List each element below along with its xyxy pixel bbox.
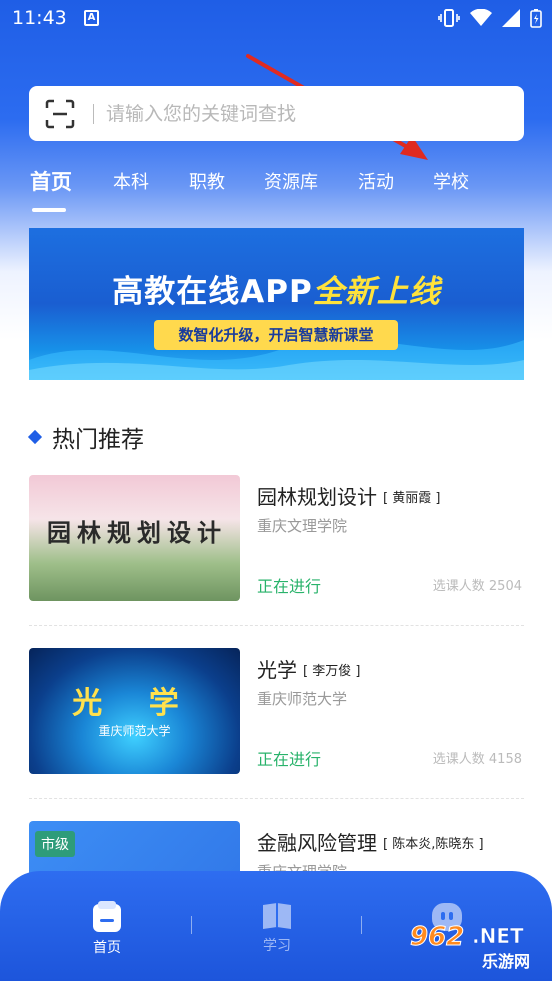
course-status: 正在进行 [257, 750, 322, 769]
nav-separator [191, 916, 192, 934]
course-thumbnail[interactable]: 光 学 重庆师范大学 [29, 648, 240, 774]
course-title-text: 金融风险管理 [257, 831, 377, 855]
banner-title: 高教在线APP全新上线 [29, 266, 524, 311]
category-tabs: 首页 本科 职教 资源库 活动 学校 [0, 168, 552, 212]
nav-study[interactable]: 学习 [217, 871, 337, 955]
banner-subtitle: 数智化升级，开启智慧新课堂 [154, 320, 398, 350]
notification-app-icon: A [84, 10, 99, 26]
vibrate-icon [438, 9, 460, 27]
status-icons [438, 8, 542, 28]
home-icon [93, 901, 121, 932]
banner-title-highlight: 全新上线 [312, 274, 441, 310]
course-card-1[interactable]: 园林规划设计 园林规划设计 [ 黄丽霞 ] 重庆文理学院 正在进行 选课人数 25… [29, 475, 524, 605]
course-school: 重庆师范大学 [257, 690, 348, 708]
banner-title-main: 高教在线APP [112, 274, 313, 310]
search-bar[interactable] [29, 86, 524, 141]
battery-icon [530, 9, 542, 28]
tab-school[interactable]: 学校 [433, 168, 469, 194]
course-enrollment-count: 选课人数 2504 [432, 579, 522, 594]
course-teacher: [ 陈本炎,陈晓东 ] [383, 837, 484, 852]
course-card-2[interactable]: 光 学 重庆师范大学 光学 [ 李万俊 ] 重庆师范大学 正在进行 选课人数 41… [29, 648, 524, 778]
course-title: 园林规划设计 [ 黄丽霞 ] [257, 481, 440, 510]
status-time: 11:43 [12, 7, 67, 29]
tab-activities[interactable]: 活动 [358, 168, 394, 194]
thumbnail-title: 园林规划设计 [47, 518, 227, 547]
course-thumbnail[interactable]: 园林规划设计 [29, 475, 240, 601]
status-bar: 11:43 A [0, 0, 552, 38]
thumbnail-title: 光 学 [72, 686, 197, 721]
list-divider [29, 798, 524, 799]
wifi-icon [470, 9, 492, 26]
diamond-icon [27, 429, 43, 445]
search-input[interactable] [106, 102, 486, 125]
section-title: 热门推荐 [52, 427, 144, 453]
svg-text:962: 962 [410, 922, 464, 952]
watermark-logo-icon: 962 .NET 乐游网 [410, 922, 531, 972]
thumbnail-subtitle: 重庆师范大学 [98, 724, 171, 738]
list-divider [29, 625, 524, 626]
tab-home[interactable]: 首页 [30, 166, 72, 196]
promo-banner[interactable]: 高教在线APP全新上线 数智化升级，开启智慧新课堂 [29, 228, 524, 380]
course-title-text: 园林规划设计 [257, 485, 377, 509]
signal-icon [502, 9, 520, 27]
nav-separator [361, 916, 362, 934]
course-enrollment-count: 选课人数 4158 [432, 752, 522, 767]
tab-vocational[interactable]: 职教 [189, 168, 225, 194]
course-school: 重庆文理学院 [257, 517, 348, 535]
tab-resource-library[interactable]: 资源库 [264, 168, 318, 194]
course-title: 光学 [ 李万俊 ] [257, 654, 360, 683]
course-teacher: [ 李万俊 ] [303, 664, 361, 679]
svg-text:乐游网: 乐游网 [482, 952, 530, 971]
course-status: 正在进行 [257, 577, 322, 596]
course-title: 金融风险管理 [ 陈本炎,陈晓东 ] [257, 827, 484, 856]
search-divider [93, 103, 94, 124]
active-tab-indicator [32, 208, 66, 212]
section-hot-recommend: 热门推荐 [27, 420, 144, 454]
course-title-text: 光学 [257, 658, 297, 682]
scan-icon[interactable] [45, 99, 75, 129]
level-badge: 市级 [35, 831, 75, 857]
nav-home[interactable]: 首页 [47, 871, 167, 957]
book-icon [263, 903, 291, 929]
course-teacher: [ 黄丽霞 ] [383, 491, 441, 506]
nav-label: 学习 [263, 938, 291, 954]
tab-undergraduate[interactable]: 本科 [113, 168, 149, 194]
svg-text:.NET: .NET [472, 924, 524, 948]
nav-label: 首页 [93, 940, 121, 956]
